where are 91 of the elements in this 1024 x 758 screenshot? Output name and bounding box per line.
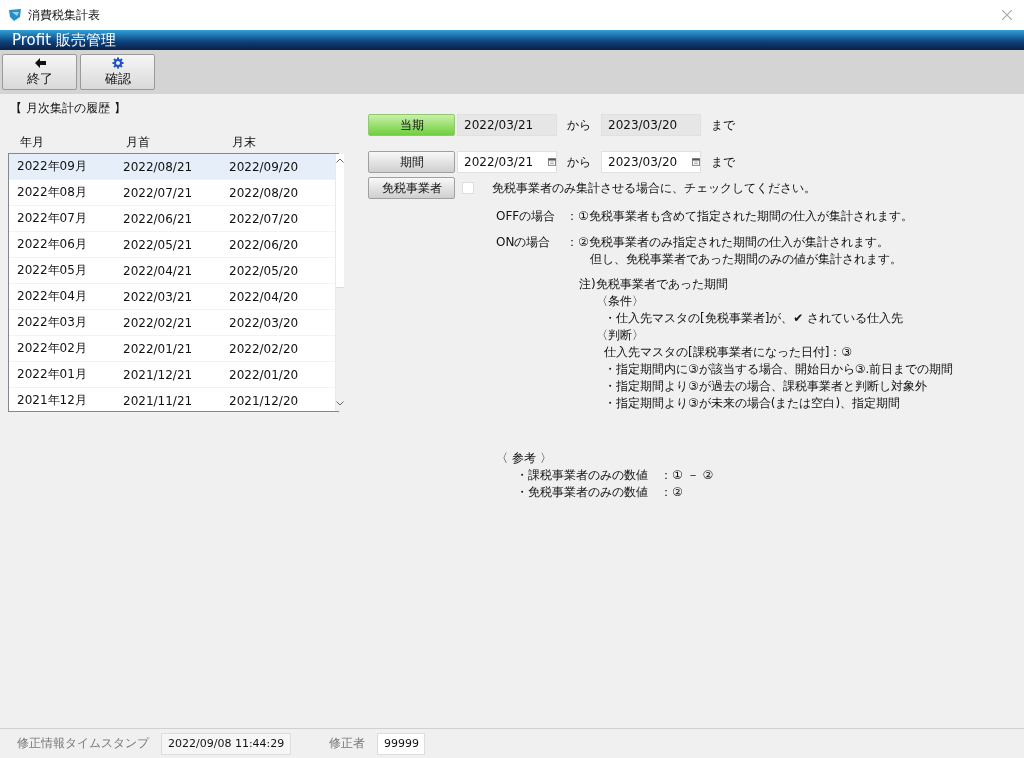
end-date-cell-text: 2022/01/20 xyxy=(229,367,300,382)
end-date-cell-text: 2021/12/20 xyxy=(229,393,300,408)
end-date-cell-text: 2022/04/20 xyxy=(229,289,300,304)
column-header: 月末 xyxy=(232,134,257,151)
month-cell-text: 2022年01月 xyxy=(17,366,88,383)
history-row[interactable]: 2021年12月 2021/11/21 2021/12/20 xyxy=(9,388,335,414)
note-text: 仕入先マスタの[課税事業者になった日付]：③ xyxy=(603,344,854,361)
reference-heading: 〈 参考 〉 xyxy=(496,450,552,467)
start-date-cell-text: 2021/11/21 xyxy=(123,393,194,408)
from-label: から xyxy=(567,153,591,171)
history-row[interactable]: 2022年02月 2022/01/21 2022/02/20 xyxy=(9,336,335,362)
month-cell-text: 2022年02月 xyxy=(17,340,88,357)
history-row[interactable]: 2022年06月 2022/05/21 2022/06/20 xyxy=(9,232,335,258)
calendar-icon[interactable] xyxy=(692,157,700,167)
end-date-cell-text: 2022/03/20 xyxy=(229,315,300,330)
month-cell-text: 2022年05月 xyxy=(17,262,88,279)
from-label: から xyxy=(567,116,591,134)
end-date-cell-text: 2022/02/20 xyxy=(229,341,300,356)
month-cell-text: 2022年08月 xyxy=(17,184,88,201)
end-date-cell-text: 2022/06/20 xyxy=(229,237,300,252)
case-text: 但し、免税事業者であった期間のみの値が集計されます。 xyxy=(589,251,902,268)
history-row[interactable]: 2022年09月 2022/08/21 2022/09/20 xyxy=(9,154,335,180)
exit-button[interactable]: 終了 xyxy=(2,54,77,90)
month-cell-text: 2022年03月 xyxy=(17,314,88,331)
start-date-cell-text: 2022/08/21 xyxy=(123,159,194,174)
start-date-cell-text: 2022/02/21 xyxy=(123,315,194,330)
scroll-up-icon[interactable] xyxy=(336,158,344,163)
case-label: OFFの場合 xyxy=(496,208,557,225)
start-date-cell-text: 2022/01/21 xyxy=(123,341,194,356)
app-header: Profit 販売管理 xyxy=(0,30,1024,50)
history-row[interactable]: 2022年04月 2022/03/21 2022/04/20 xyxy=(9,284,335,310)
month-cell-text: 2021年12月 xyxy=(17,392,88,409)
date-field: 2023/03/20 xyxy=(601,114,701,136)
note-text: ・指定期間より③が過去の場合、課税事業者と判断し対象外 xyxy=(603,378,928,395)
window-title: 消費税集計表 xyxy=(28,6,101,24)
month-cell-text: 2022年06月 xyxy=(17,236,88,253)
start-date-cell-text: 2022/06/21 xyxy=(123,211,194,226)
history-row[interactable]: 2022年08月 2022/07/21 2022/08/20 xyxy=(9,180,335,206)
scroll-down-icon[interactable] xyxy=(336,401,344,406)
history-row[interactable]: 2022年01月 2021/12/21 2022/01/20 xyxy=(9,362,335,388)
calendar-icon[interactable] xyxy=(548,157,556,167)
confirm-button[interactable]: 確認 xyxy=(80,54,155,90)
to-label: まで xyxy=(711,116,735,134)
month-cell-text: 2022年07月 xyxy=(17,210,88,227)
month-cell-text: 2022年09月 xyxy=(17,158,88,175)
note-text: ・仕入先マスタの[免税事業者]が、✔ されている仕入先 xyxy=(603,310,905,327)
start-date-cell-text: 2022/03/21 xyxy=(123,289,194,304)
editor-label: 修正者 xyxy=(329,735,365,752)
note-text: ・指定期間より③が未来の場合(または空白)、指定期間 xyxy=(603,395,902,412)
timestamp-label: 修正情報タイムスタンプ xyxy=(17,735,149,752)
end-date-cell-text: 2022/08/20 xyxy=(229,185,300,200)
note-heading: 〈判断〉 xyxy=(595,327,645,344)
period-button[interactable]: 期間 xyxy=(368,151,455,173)
month-cell-text: 2022年04月 xyxy=(17,288,88,305)
note-title: 注)免税事業者であった期間 xyxy=(579,276,728,293)
start-date-cell-text: 2022/04/21 xyxy=(123,263,194,278)
note-heading: 〈条件〉 xyxy=(595,293,645,310)
note-text: ・指定期間内に③が該当する場合、開始日から③.前日までの期間 xyxy=(603,361,954,378)
start-date-cell-text: 2022/05/21 xyxy=(123,237,194,252)
end-date-cell-text: 2022/05/20 xyxy=(229,263,300,278)
period-button[interactable]: 当期 xyxy=(368,114,455,136)
editor-field: 99999 xyxy=(377,732,425,755)
tax-exempt-button[interactable]: 免税事業者 xyxy=(368,177,455,199)
to-label: まで xyxy=(711,153,735,171)
reference-label: ・課税事業者のみの数値 xyxy=(516,467,648,484)
column-header: 年月 xyxy=(20,134,45,151)
start-date-cell-text: 2021/12/21 xyxy=(123,367,194,382)
date-field[interactable]: 2022/03/21 xyxy=(457,151,557,173)
app-icon xyxy=(8,8,22,22)
reference-value: ：② xyxy=(660,484,683,501)
history-row[interactable]: 2022年05月 2022/04/21 2022/05/20 xyxy=(9,258,335,284)
history-row[interactable]: 2022年07月 2022/06/21 2022/07/20 xyxy=(9,206,335,232)
instruction-text: 免税事業者のみ集計させる場合に、チェックしてください。 xyxy=(492,179,816,197)
reference-label: ・免税事業者のみの数値 xyxy=(516,484,648,501)
column-header: 月首 xyxy=(126,134,151,151)
section-heading: 【 月次集計の履歴 】 xyxy=(9,100,127,116)
date-field[interactable]: 2023/03/20 xyxy=(601,151,701,173)
arrow-left-icon xyxy=(33,56,46,69)
scrollbar[interactable] xyxy=(335,154,344,411)
case-text: ：①免税事業者も含めて指定された期間の仕入が集計されます。 xyxy=(566,208,913,225)
end-date-cell-text: 2022/09/20 xyxy=(229,159,300,174)
gear-icon xyxy=(111,56,124,69)
case-label: ONの場合 xyxy=(496,234,552,251)
checkbox[interactable] xyxy=(462,182,474,194)
start-date-cell-text: 2022/07/21 xyxy=(123,185,194,200)
case-text: ：②免税事業者のみ指定された期間の仕入が集計されます。 xyxy=(566,234,889,251)
end-date-cell-text: 2022/07/20 xyxy=(229,211,300,226)
reference-value: ：① － ② xyxy=(660,467,714,484)
history-row[interactable]: 2022年03月 2022/02/21 2022/03/20 xyxy=(9,310,335,336)
date-field: 2022/03/21 xyxy=(457,114,557,136)
timestamp-field: 2022/09/08 11:44:29 xyxy=(161,732,291,755)
